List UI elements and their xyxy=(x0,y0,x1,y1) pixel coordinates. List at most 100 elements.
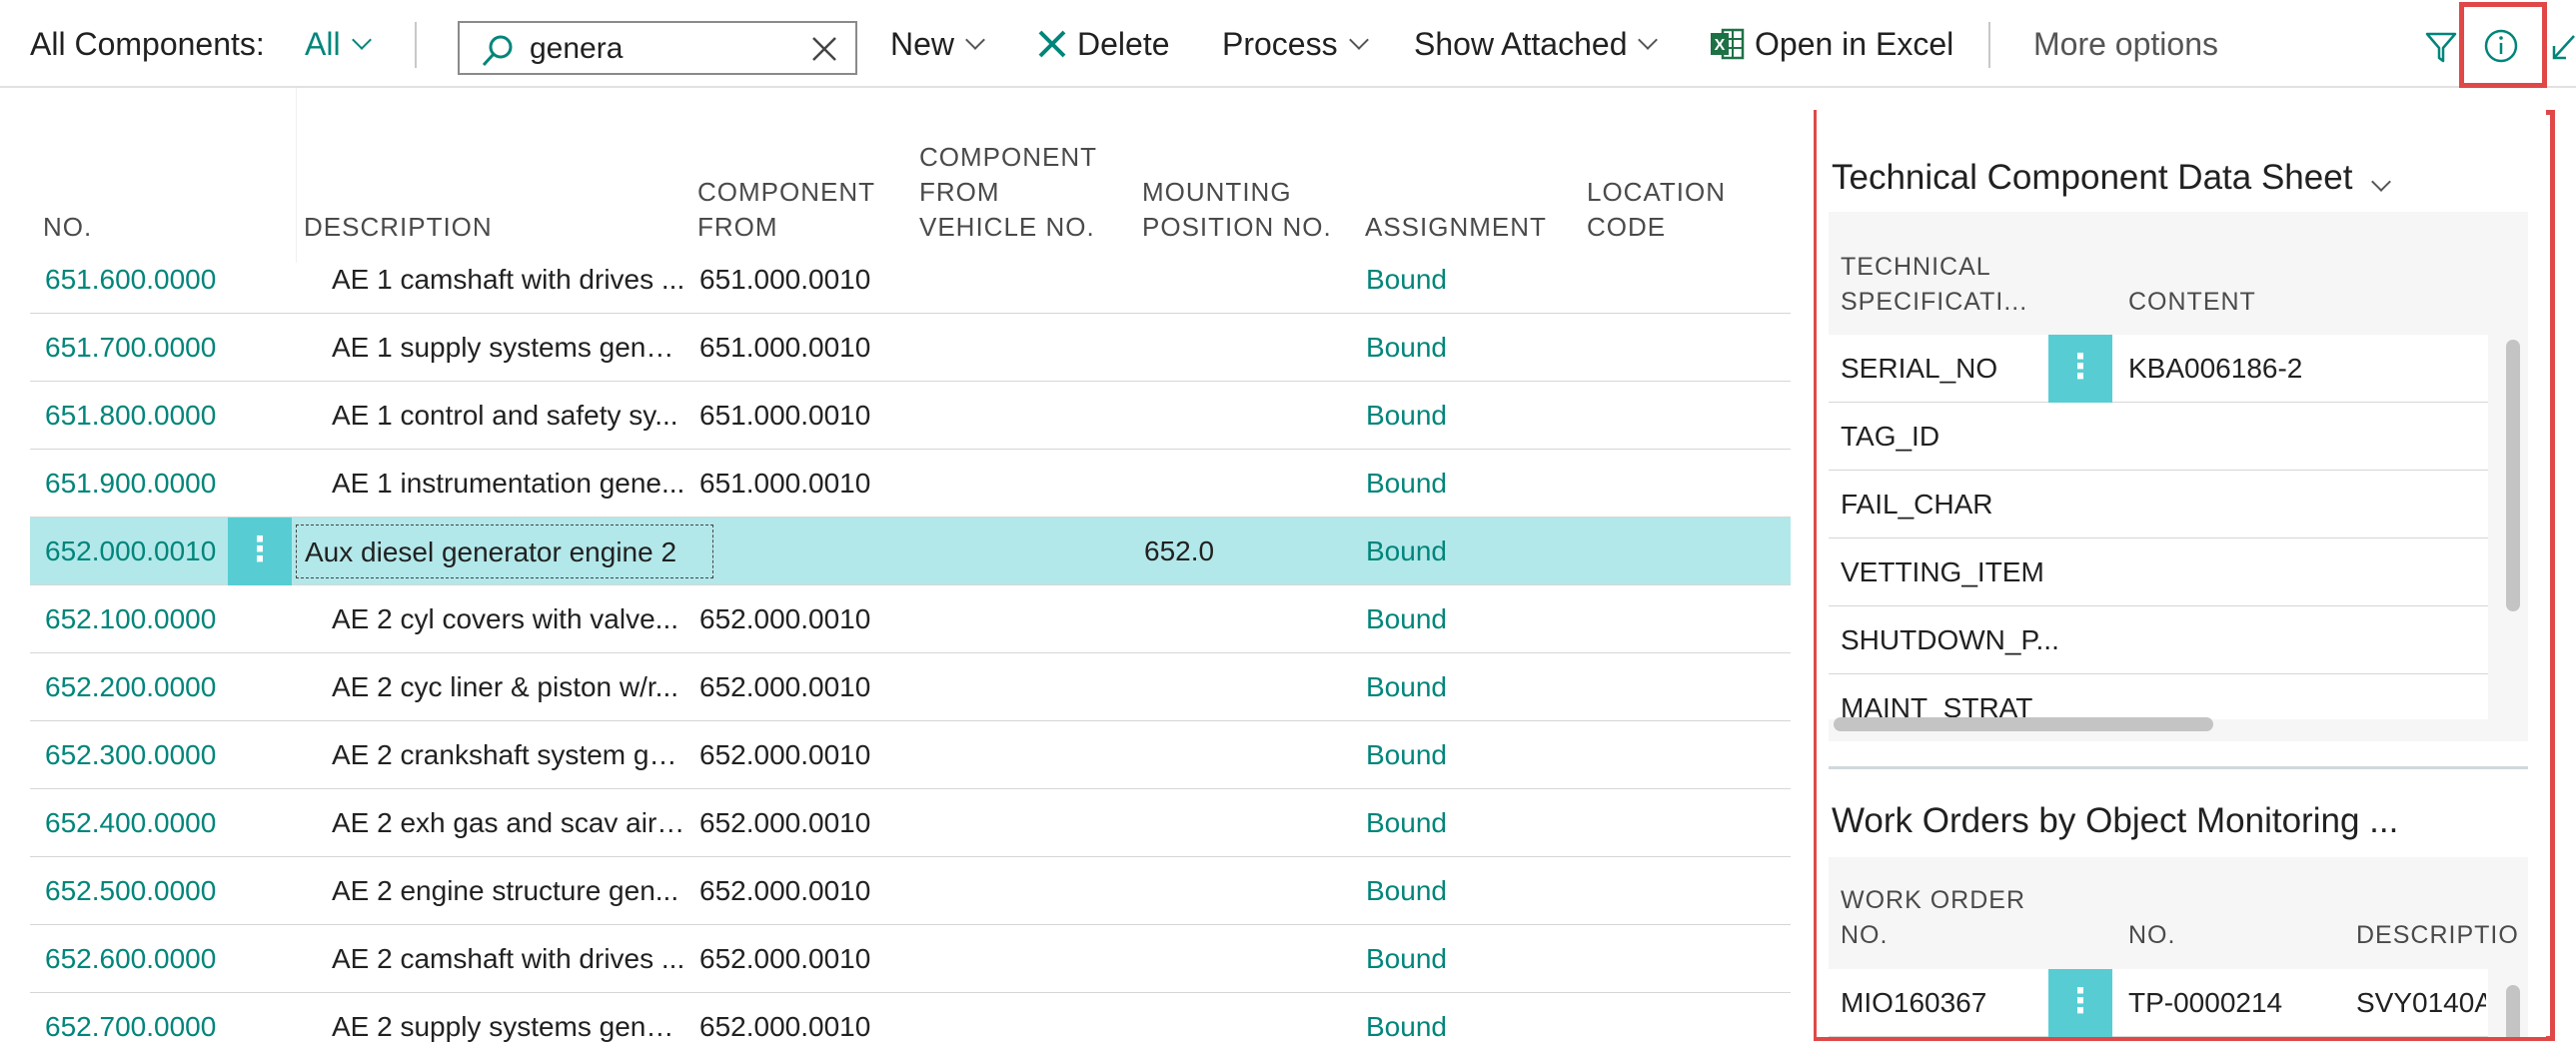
column-header-work-order-no[interactable]: WORK ORDER NO. xyxy=(1841,883,2025,953)
delete-button[interactable]: Delete xyxy=(1037,0,1170,88)
table-row[interactable]: 652.500.0000 AE 2 engine structure gen...… xyxy=(30,857,1791,925)
component-description[interactable]: Aux diesel generator engine 2 xyxy=(296,525,713,578)
header-line: CODE xyxy=(1587,212,1667,242)
delete-label: Delete xyxy=(1077,25,1170,62)
view-filter-dropdown[interactable]: All xyxy=(305,0,372,88)
tech-sheet-horizontal-scrollbar[interactable] xyxy=(1834,717,2213,731)
column-header-mounting-position[interactable]: MOUNTING POSITION NO. xyxy=(1142,175,1332,245)
component-no-link[interactable]: 652.600.0000 xyxy=(45,925,216,993)
component-no-link[interactable]: 652.500.0000 xyxy=(45,857,216,925)
table-row[interactable]: 652.000.0010 ⋮ Aux diesel generator engine… xyxy=(30,518,1791,585)
search-input[interactable]: genera xyxy=(458,21,857,75)
clear-icon[interactable] xyxy=(811,36,837,62)
column-header-assignment[interactable]: ASSIGNMENT xyxy=(1365,210,1547,245)
assignment-value[interactable]: Bound xyxy=(1366,857,1447,925)
work-order-row[interactable]: MIO160367 ⋮ TP-0000214 SVY0140A xyxy=(1829,969,2488,1037)
info-icon[interactable] xyxy=(2482,27,2520,65)
row-actions-button[interactable]: ⋮ xyxy=(2048,335,2112,403)
table-row[interactable]: 651.800.0000 AE 1 control and safety sy..… xyxy=(30,382,1791,450)
work-orders-title[interactable]: Work Orders by Object Monitoring ... xyxy=(1832,801,2398,841)
assignment-value[interactable]: Bound xyxy=(1366,993,1447,1055)
tech-spec-row[interactable]: FAIL_CHAR xyxy=(1829,471,2488,538)
factbox-pane: Technical Component Data Sheet TECHNICAL… xyxy=(1817,110,2546,1037)
open-in-excel-button[interactable]: X Open in Excel xyxy=(1711,0,1953,88)
tech-spec-name: FAIL_CHAR xyxy=(1841,489,1993,520)
svg-text:X: X xyxy=(1715,37,1726,54)
table-row[interactable]: 652.400.0000 AE 2 exh gas and scav air ..… xyxy=(30,789,1791,857)
component-from: 652.000.0010 xyxy=(699,603,871,634)
row-actions-button[interactable]: ⋮ xyxy=(228,518,292,585)
assignment-value[interactable]: Bound xyxy=(1366,518,1447,585)
tech-spec-row[interactable]: VETTING_ITEM xyxy=(1829,538,2488,606)
components-grid: 651.600.0000 AE 1 camshaft with drives ..… xyxy=(0,88,1794,1055)
component-from: 652.000.0010 xyxy=(699,807,871,838)
component-no-link[interactable]: 652.000.0010 xyxy=(45,518,216,585)
expand-icon[interactable] xyxy=(2550,32,2576,62)
assignment-value[interactable]: Bound xyxy=(1366,585,1447,653)
chevron-down-icon xyxy=(2371,172,2392,192)
component-description: AE 1 control and safety sy... xyxy=(332,400,678,431)
tech-sheet-title[interactable]: Technical Component Data Sheet xyxy=(1832,158,2392,198)
table-row[interactable]: 651.900.0000 AE 1 instrumentation gene...… xyxy=(30,450,1791,518)
column-header-no[interactable]: NO. xyxy=(2128,918,2175,953)
chevron-down-icon xyxy=(965,30,985,50)
divider xyxy=(1988,22,1990,68)
table-row[interactable]: 652.300.0000 AE 2 crankshaft system ge...… xyxy=(30,721,1791,789)
assignment-value[interactable]: Bound xyxy=(1366,450,1447,518)
assignment-value[interactable]: Bound xyxy=(1366,789,1447,857)
tech-spec-name: SHUTDOWN_P... xyxy=(1841,624,2059,655)
component-description: AE 1 supply systems general xyxy=(332,332,687,363)
component-description: AE 2 cyc liner & piston w/r... xyxy=(332,671,679,702)
filter-icon[interactable] xyxy=(2424,30,2458,64)
assignment-value[interactable]: Bound xyxy=(1366,721,1447,789)
assignment-value[interactable]: Bound xyxy=(1366,925,1447,993)
component-from: 652.000.0010 xyxy=(699,1011,871,1042)
component-no-link[interactable]: 652.400.0000 xyxy=(45,789,216,857)
component-description: AE 2 crankshaft system ge... xyxy=(332,739,687,770)
component-no-link[interactable]: 652.100.0000 xyxy=(45,585,216,653)
tech-spec-name: MAINT_STRAT xyxy=(1841,692,2033,719)
column-header-component-from-vehicle[interactable]: COMPONENT FROM VEHICLE NO. xyxy=(919,140,1097,245)
work-orders-vertical-scrollbar[interactable] xyxy=(2506,985,2520,1037)
header-line: TECHNICAL xyxy=(1841,253,1991,281)
table-row[interactable]: 651.700.0000 AE 1 supply systems general 6… xyxy=(30,314,1791,382)
column-header-description[interactable]: DESCRIPTION xyxy=(304,210,493,245)
action-bar: All Components: All genera New Delete Pr… xyxy=(0,0,2576,88)
tech-spec-row[interactable]: TAG_ID xyxy=(1829,403,2488,471)
column-header-content[interactable]: CONTENT xyxy=(2128,285,2256,320)
column-header-description[interactable]: DESCRIPTIO xyxy=(2356,918,2519,953)
component-from: 652.000.0010 xyxy=(699,739,871,770)
component-no-link[interactable]: 651.800.0000 xyxy=(45,382,216,450)
assignment-value[interactable]: Bound xyxy=(1366,653,1447,721)
tech-sheet-vertical-scrollbar[interactable] xyxy=(2506,340,2520,611)
show-attached-label: Show Attached xyxy=(1414,25,1628,62)
component-no-link[interactable]: 652.700.0000 xyxy=(45,993,216,1055)
table-row[interactable]: 652.100.0000 AE 2 cyl covers with valve..… xyxy=(30,585,1791,653)
column-header-location-code[interactable]: LOCATION CODE xyxy=(1587,175,1726,245)
new-button[interactable]: New xyxy=(890,0,985,88)
component-no-link[interactable]: 652.300.0000 xyxy=(45,721,216,789)
column-header-no[interactable]: NO. xyxy=(43,210,92,245)
more-options-button[interactable]: More options xyxy=(2033,0,2218,88)
table-row[interactable]: 652.700.0000 AE 2 supply systems general 6… xyxy=(30,993,1791,1055)
process-button[interactable]: Process xyxy=(1222,0,1369,88)
assignment-value[interactable]: Bound xyxy=(1366,382,1447,450)
header-line: VEHICLE NO. xyxy=(919,212,1095,242)
table-row[interactable]: 652.200.0000 AE 2 cyc liner & piston w/r.… xyxy=(30,653,1791,721)
show-attached-button[interactable]: Show Attached xyxy=(1414,0,1659,88)
header-line: NO. xyxy=(1841,921,1889,949)
row-actions-button[interactable]: ⋮ xyxy=(2048,969,2112,1037)
column-header-technical-specification[interactable]: TECHNICAL SPECIFICATI... xyxy=(1841,250,2027,320)
component-no-link[interactable]: 651.700.0000 xyxy=(45,314,216,382)
column-header-component-from[interactable]: COMPONENT FROM xyxy=(697,175,875,245)
tech-spec-row[interactable]: SERIAL_NO ⋮ KBA006186-2 xyxy=(1829,335,2488,403)
table-row[interactable]: 652.600.0000 AE 2 camshaft with drives ..… xyxy=(30,925,1791,993)
component-no-link[interactable]: 651.900.0000 xyxy=(45,450,216,518)
tech-spec-row[interactable]: MAINT_STRAT xyxy=(1829,674,2488,719)
assignment-value[interactable]: Bound xyxy=(1366,314,1447,382)
work-order-description: SVY0140A xyxy=(2356,987,2486,1018)
tech-spec-row[interactable]: SHUTDOWN_P... xyxy=(1829,606,2488,674)
work-order-no[interactable]: MIO160367 xyxy=(1841,969,1986,1037)
header-line: WORK ORDER xyxy=(1841,886,2025,914)
component-no-link[interactable]: 652.200.0000 xyxy=(45,653,216,721)
